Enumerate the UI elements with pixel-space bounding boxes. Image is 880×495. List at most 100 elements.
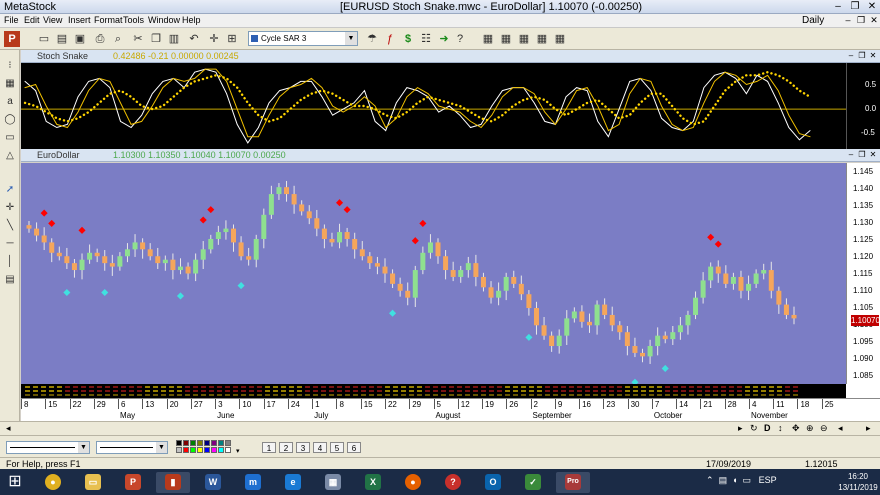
expert-advisor-icon[interactable]: ☂ — [364, 31, 380, 47]
layout-5-icon[interactable]: ▦ — [552, 31, 568, 47]
cut-icon[interactable]: ✂ — [130, 31, 146, 47]
taskbar-powerpoint[interactable]: P — [116, 472, 150, 493]
tray-battery-icon[interactable]: ▭ — [743, 475, 752, 485]
copy-icon[interactable]: ❐ — [148, 31, 164, 47]
indicator-select[interactable]: Cycle SAR 3 ▼ — [248, 31, 358, 46]
color-swatch[interactable] — [183, 447, 189, 453]
color-swatch[interactable] — [218, 440, 224, 446]
undo-icon[interactable]: ↶ — [186, 31, 202, 47]
taskbar-maxthon[interactable]: m — [236, 472, 270, 493]
taskbar-calculator[interactable]: ▦ — [316, 472, 350, 493]
taskbar-metastock-pro[interactable]: Pro — [556, 472, 590, 493]
pointer-icon[interactable]: ➚ — [2, 182, 18, 197]
tray-up-icon[interactable]: ⌃ — [706, 475, 714, 485]
zoom-out-icon[interactable]: ⊖ — [820, 423, 828, 434]
ellipse-tool-icon[interactable]: ◯ — [2, 112, 18, 127]
color-swatch[interactable] — [225, 447, 231, 453]
help-icon[interactable]: ? — [452, 31, 468, 47]
taskbar-app[interactable]: ✓ — [516, 472, 550, 493]
print-preview-icon[interactable]: ⌕ — [110, 31, 126, 47]
color-swatch[interactable] — [176, 440, 182, 446]
crosshair-icon[interactable]: ✛ — [206, 31, 222, 47]
horizontal-line-icon[interactable]: ─ — [2, 236, 18, 251]
vertical-line-icon[interactable]: │ — [2, 254, 18, 269]
color-swatch[interactable] — [218, 447, 224, 453]
paste-icon[interactable]: ▥ — [166, 31, 182, 47]
rectangle-tool-icon[interactable]: ▭ — [2, 130, 18, 145]
layout-1-icon[interactable]: ▦ — [480, 31, 496, 47]
zoom-in-icon[interactable]: ⊕ — [806, 423, 814, 434]
chevron-down-icon[interactable]: ▼ — [156, 442, 167, 453]
text-tool-icon[interactable]: a — [2, 94, 18, 109]
triangle-tool-icon[interactable]: △ — [2, 148, 18, 163]
tray-language[interactable]: ESP — [759, 475, 777, 485]
period-label[interactable]: Daily — [802, 15, 824, 26]
color-swatch[interactable] — [225, 440, 231, 446]
panel-minimize-button[interactable]: – — [846, 51, 856, 61]
menu-format[interactable]: Format — [94, 15, 123, 25]
layout-2-icon[interactable]: ▦ — [498, 31, 514, 47]
layout-button-3[interactable]: 3 — [296, 442, 310, 453]
taskbar-excel[interactable]: X — [356, 472, 390, 493]
line-style-select[interactable]: ▼ — [6, 441, 90, 454]
refresh-icon[interactable]: ↻ — [750, 423, 758, 434]
color-swatch[interactable] — [176, 447, 182, 453]
layout-3-icon[interactable]: ▦ — [516, 31, 532, 47]
menu-help[interactable]: Help — [182, 15, 201, 25]
pan-icon[interactable]: ✥ — [792, 423, 800, 434]
mdi-minimize-button[interactable]: – — [842, 15, 854, 26]
color-swatch[interactable] — [211, 440, 217, 446]
color-swatch[interactable] — [190, 447, 196, 453]
panel-maximize-button[interactable]: ❐ — [857, 51, 867, 61]
panel-close-button[interactable]: ✕ — [868, 51, 878, 61]
layout-button-5[interactable]: 5 — [330, 442, 344, 453]
chevron-down-icon[interactable]: ▼ — [345, 32, 357, 45]
windows-start-icon[interactable]: ⊞ — [4, 473, 26, 491]
layout-button-4[interactable]: 4 — [313, 442, 327, 453]
page-right-icon[interactable]: ▸ — [866, 423, 871, 434]
indicator-builder-icon[interactable]: ƒ — [382, 31, 398, 47]
taskbar-clock[interactable]: 16:20 13/11/2019 — [836, 471, 880, 493]
panel-minimize-button[interactable]: – — [846, 150, 856, 160]
eurodollar-price-chart[interactable] — [21, 163, 880, 386]
period-d-button[interactable]: D — [764, 423, 771, 433]
explorer-icon[interactable]: ☷ — [418, 31, 434, 47]
scroll-left-icon[interactable]: ◂ — [6, 423, 11, 434]
layout-button-6[interactable]: 6 — [347, 442, 361, 453]
print-icon[interactable]: ⎙ — [92, 31, 108, 47]
taskbar-outlook[interactable]: O — [476, 472, 510, 493]
forecaster-icon[interactable]: ➜ — [436, 31, 452, 47]
tray-network-icon[interactable]: ▤ — [719, 475, 728, 485]
menu-window[interactable]: Window — [148, 15, 180, 25]
cross-tool-icon[interactable]: ✛ — [2, 200, 18, 215]
layout-4-icon[interactable]: ▦ — [534, 31, 550, 47]
color-swatch[interactable] — [197, 440, 203, 446]
new-chart-icon[interactable]: ▭ — [36, 31, 52, 47]
color-swatch[interactable] — [183, 440, 189, 446]
panel-maximize-button[interactable]: ❐ — [857, 150, 867, 160]
taskbar-chrome[interactable]: ● — [36, 472, 70, 493]
mdi-close-button[interactable]: ✕ — [868, 15, 880, 26]
taskbar-metastock[interactable]: ▮ — [156, 472, 190, 493]
panel-close-button[interactable]: ✕ — [868, 150, 878, 160]
color-swatch[interactable] — [204, 440, 210, 446]
taskbar-help[interactable]: ? — [436, 472, 470, 493]
metastock-logo-icon[interactable]: P — [4, 31, 20, 47]
taskbar-firefox[interactable]: ● — [396, 472, 430, 493]
line-weight-select[interactable]: ▼ — [96, 441, 168, 454]
mdi-restore-button[interactable]: ❐ — [855, 15, 867, 26]
open-icon[interactable]: ▤ — [54, 31, 70, 47]
chevron-down-icon[interactable]: ▼ — [78, 442, 89, 453]
taskbar-explorer[interactable]: ▭ — [76, 472, 110, 493]
scroll-right-icon[interactable]: ▸ — [738, 423, 743, 434]
layout-button-2[interactable]: 2 — [279, 442, 293, 453]
close-button[interactable]: ✕ — [864, 0, 880, 13]
page-left-icon[interactable]: ◂ — [838, 423, 843, 434]
taskbar-word[interactable]: W — [196, 472, 230, 493]
channel-tool-icon[interactable]: ▤ — [2, 272, 18, 287]
menu-edit[interactable]: Edit — [24, 15, 40, 25]
stoch-snake-chart[interactable] — [21, 63, 880, 149]
maximize-button[interactable]: ❐ — [847, 0, 863, 13]
minimize-button[interactable]: – — [830, 0, 846, 13]
taskbar-edge[interactable]: e — [276, 472, 310, 493]
